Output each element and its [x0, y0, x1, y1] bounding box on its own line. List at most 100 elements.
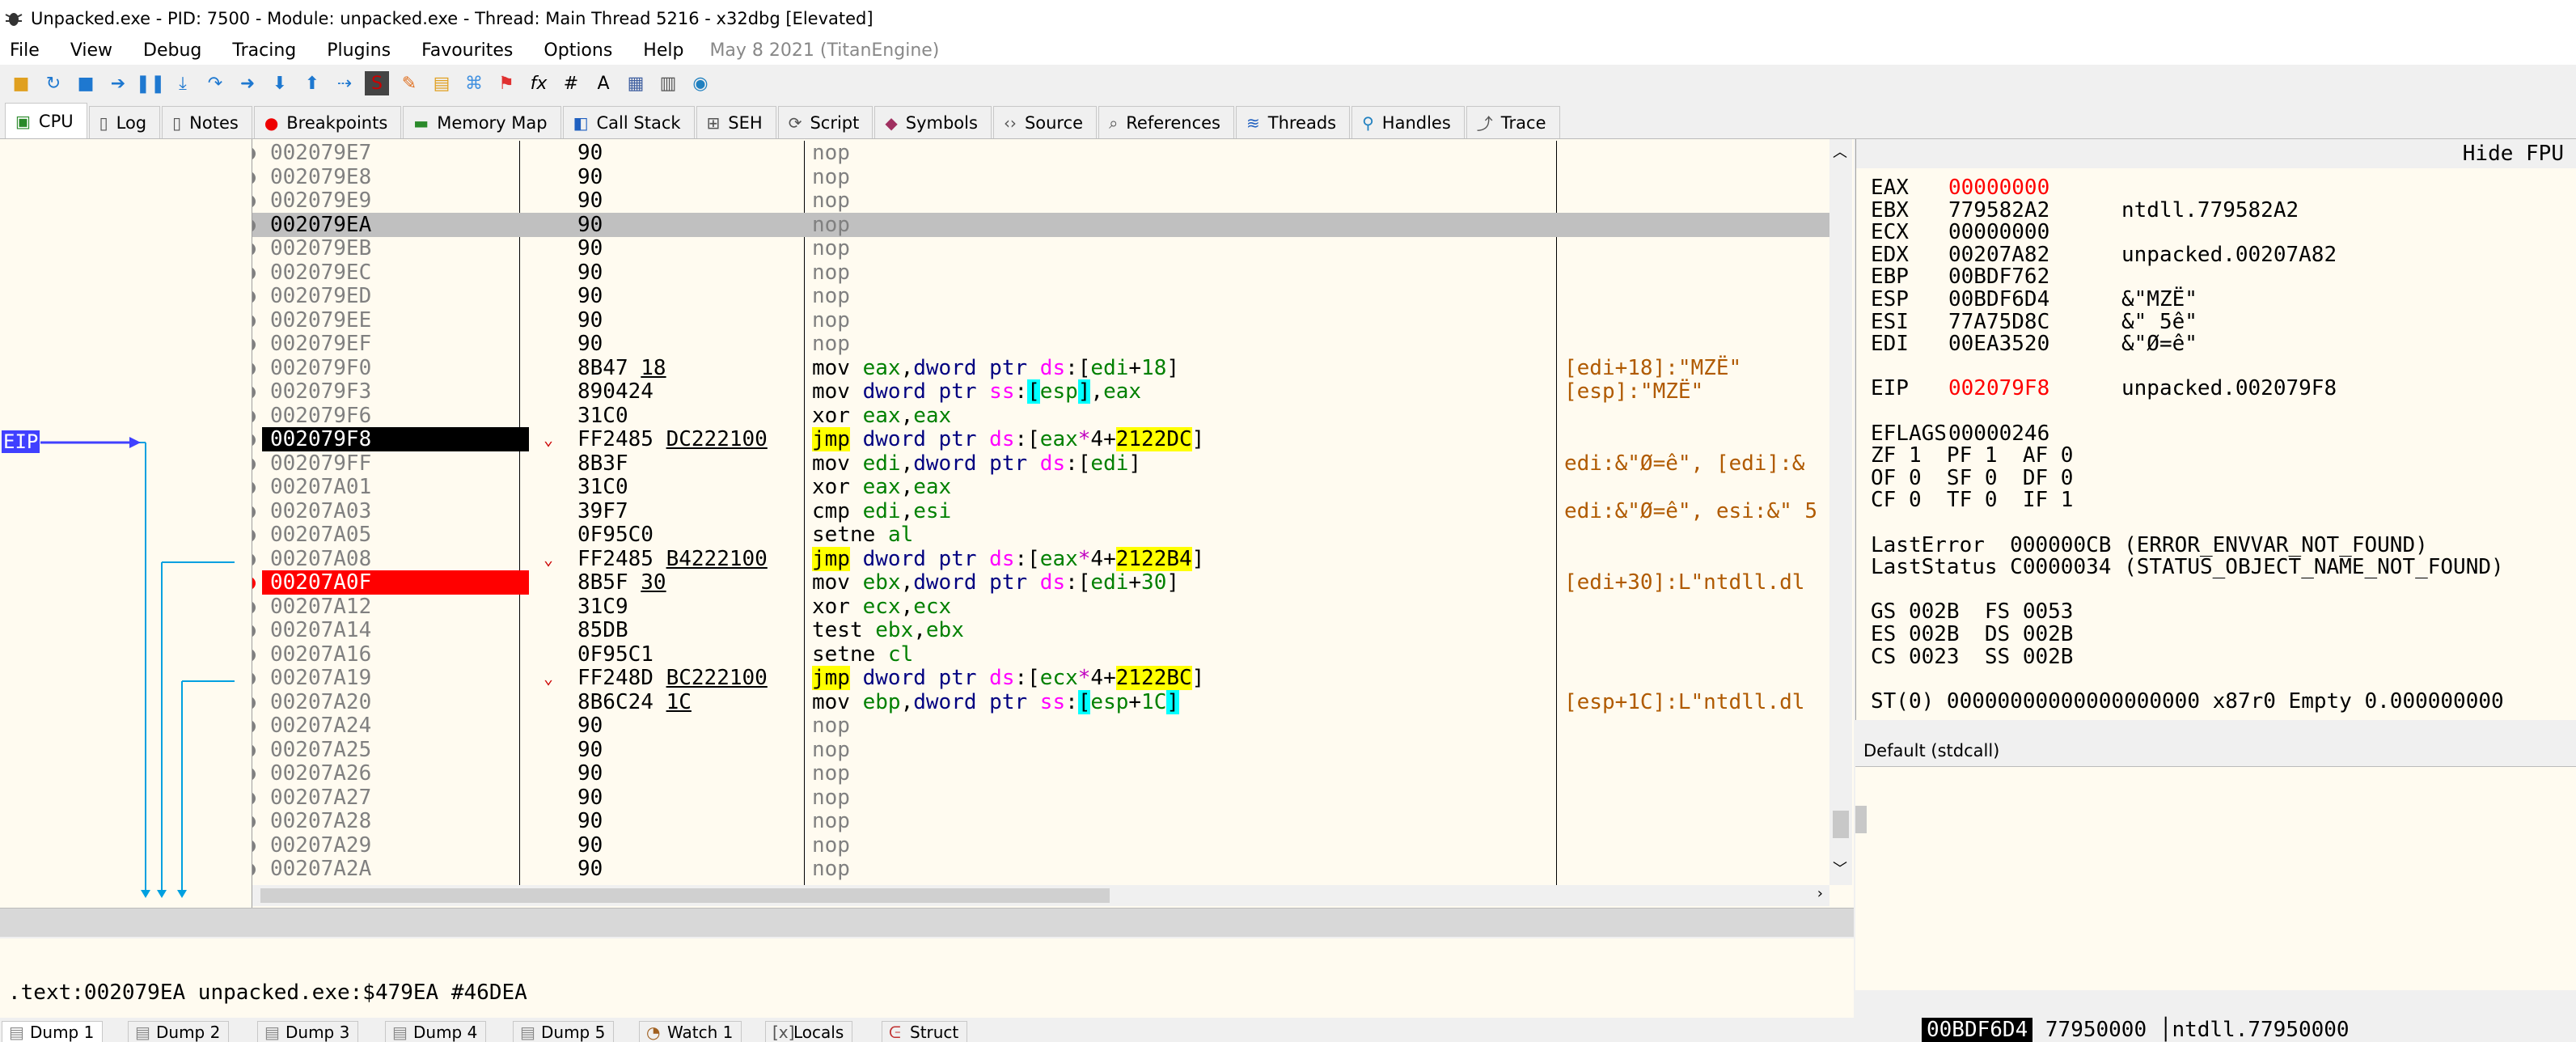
tab-call-stack[interactable]: ◧ Call Stack [562, 106, 695, 138]
breakpoint-dot[interactable] [252, 815, 256, 828]
disasm-row[interactable]: 00207A03 39F7 cmp edi,esi edi:&"Ø=ê", esi:&… [252, 499, 1829, 523]
execute-till-return-icon[interactable]: ⬆ [300, 71, 324, 95]
register-value[interactable]: 00EA3520 [1948, 333, 2121, 355]
trace-into-icon[interactable]: ➜ [235, 71, 260, 95]
disasm-row[interactable]: 00207A29 90 nop [252, 833, 1829, 858]
disasm-row[interactable]: 00207A2A 90 nop [252, 857, 1829, 881]
hide-fpu-button[interactable]: Hide FPU [1856, 139, 2576, 168]
breakpoint-dot[interactable] [252, 505, 256, 519]
pause-icon[interactable]: ❚❚ [136, 71, 166, 95]
disasm-row[interactable]: 00207A28 90 nop [252, 809, 1829, 833]
scroll-down-arrow[interactable]: ﹀ [1833, 858, 1847, 879]
globe-icon[interactable]: ◉ [688, 71, 713, 95]
menu-debug[interactable]: Debug [143, 40, 201, 61]
disasm-row[interactable]: 002079EF 90 nop [252, 332, 1829, 356]
menu-tracing[interactable]: Tracing [232, 40, 296, 61]
disasm-row[interactable]: 002079F8 ⌄ FF2485 DC222100 jmp dword ptr ds… [252, 427, 1829, 451]
breakpoint-dot[interactable] [252, 171, 256, 184]
tab-threads[interactable]: ≋ Threads [1235, 106, 1351, 138]
disasm-row[interactable]: 002079F3 890424 mov dword ptr ss:[esp],eax… [252, 379, 1829, 404]
disasm-row[interactable]: 00207A25 90 nop [252, 738, 1829, 762]
register-line[interactable]: LastError 000000CB (ERROR_ENVVAR_NOT_FOU… [1871, 534, 2428, 557]
tab-cpu[interactable]: ▣ CPU [5, 103, 87, 138]
breakpoint-dot[interactable] [252, 195, 256, 208]
register-line[interactable]: ECX 00000000 [1871, 221, 2121, 244]
register-line[interactable]: ZF 1 PF 1 AF 0 [1871, 444, 2073, 467]
tab-handles[interactable]: ⚲ Handles [1351, 106, 1465, 138]
register-value[interactable]: 779582A2 [1948, 199, 2121, 222]
disasm-row[interactable]: 002079E9 90 nop [252, 188, 1829, 213]
font-icon[interactable]: A [591, 71, 615, 95]
tab-breakpoints[interactable]: ● Breakpoints [253, 106, 402, 138]
breakpoint-dot[interactable] [252, 648, 256, 662]
register-line[interactable]: EDX 00207A82 unpacked.00207A82 [1871, 244, 2337, 266]
menu-options[interactable]: Options [544, 40, 612, 61]
tab-trace[interactable]: ⤴ Trace [1466, 106, 1560, 138]
menu-help[interactable]: Help [643, 40, 683, 61]
disasm-row[interactable]: 00207A12 31C9 xor ecx,ecx [252, 595, 1829, 619]
tab-dump-2[interactable]: ▤ Dump 2 [128, 1021, 230, 1042]
step-into-icon[interactable]: ⤓ [171, 71, 195, 95]
breakpoint-dot[interactable] [252, 218, 256, 232]
breakpoint-dot[interactable] [252, 457, 256, 471]
breakpoint-dot[interactable] [252, 600, 256, 614]
breakpoint-dot[interactable] [252, 625, 256, 637]
disasm-row[interactable]: 002079F6 31C0 xor eax,eax [252, 404, 1829, 428]
menu-favourites[interactable]: Favourites [421, 40, 513, 61]
register-value[interactable]: 00207A82 [1948, 244, 2121, 266]
tab-references[interactable]: ⌕ References [1098, 106, 1234, 138]
disasm-row[interactable]: 00207A24 90 nop [252, 714, 1829, 738]
register-value[interactable]: 00000000 [1948, 176, 2121, 199]
tab-dump-3[interactable]: ▤ Dump 3 [257, 1021, 359, 1042]
stack-row[interactable]: 00BDF6D4 77950000 │ntdll.77950000 [1922, 1018, 2350, 1042]
menu-file[interactable]: File [10, 40, 40, 61]
register-value[interactable]: 00000246 [1948, 422, 2121, 445]
register-line[interactable]: CS 0023 SS 002B [1871, 646, 2073, 668]
disassembly-listing[interactable]: 002079E7 90 nop 002079E8 90 nop 002079E9 90 nop 0… [252, 141, 1829, 885]
disasm-row[interactable]: 002079FF 8B3F mov edi,dword ptr ds:[edi] ed… [252, 451, 1829, 476]
tab-watch-1[interactable]: ◔ Watch 1 [639, 1021, 742, 1042]
register-value[interactable]: 00BDF6D4 [1948, 288, 2121, 311]
register-line[interactable]: ESP 00BDF6D4 &"MZË" [1871, 288, 2197, 311]
breakpoint-dot[interactable] [252, 266, 256, 280]
breakpoint-dot[interactable] [252, 481, 256, 494]
scroll-thumb[interactable] [260, 888, 1110, 903]
comment-icon[interactable]: ▤ [429, 71, 454, 95]
tab-locals[interactable]: [x] Locals [765, 1021, 853, 1042]
disasm-row[interactable]: 002079F0 8B47 18 mov eax,dword ptr ds:[edi… [252, 356, 1829, 380]
tab-script[interactable]: ⟳ Script [777, 106, 873, 138]
register-line[interactable]: EIP 002079F8 unpacked.002079F8 [1871, 377, 2337, 400]
breakpoint-dot[interactable] [252, 290, 256, 303]
hash-icon[interactable]: # [559, 71, 583, 95]
breakpoint-dot[interactable] [252, 147, 256, 160]
step-over-icon[interactable]: ↷ [203, 71, 227, 95]
disasm-row[interactable]: 002079EA 90 nop [252, 212, 1829, 237]
scroll-thumb[interactable] [1855, 806, 1867, 833]
scroll-thumb[interactable] [1833, 811, 1849, 838]
breakpoint-dot[interactable] [252, 386, 256, 399]
scylla-icon[interactable]: S [365, 71, 389, 95]
breakpoint-dot[interactable] [252, 243, 256, 256]
breakpoint-dot[interactable] [252, 839, 256, 853]
tab-memory-map[interactable]: ▬ Memory Map [403, 106, 561, 138]
bookmark-icon[interactable]: ⚑ [494, 71, 518, 95]
restart-icon[interactable]: ↻ [41, 71, 66, 95]
tab-symbols[interactable]: ◆ Symbols [874, 106, 992, 138]
scroll-right-arrow[interactable]: › [1817, 885, 1823, 902]
breakpoint-dot[interactable] [252, 409, 256, 423]
disasm-row[interactable]: 002079ED 90 nop [252, 284, 1829, 308]
register-line[interactable]: ESI 77A75D8C &" 5ê" [1871, 311, 2197, 333]
tab-dump-1[interactable]: ▤ Dump 1 [2, 1021, 104, 1042]
tab-dump-5[interactable]: ▤ Dump 5 [513, 1021, 615, 1042]
run-icon[interactable]: ➔ [106, 71, 130, 95]
disasm-row[interactable]: 00207A26 90 nop [252, 761, 1829, 786]
tab-struct[interactable]: ᕮ Struct [882, 1021, 968, 1042]
function-icon[interactable]: fx [527, 71, 551, 95]
register-line[interactable]: EBX 779582A2 ntdll.779582A2 [1871, 199, 2299, 222]
menu-plugins[interactable]: Plugins [327, 40, 391, 61]
breakpoint-dot[interactable] [252, 743, 256, 757]
breakpoint-dot[interactable] [252, 553, 256, 566]
tab-source[interactable]: ‹› Source [992, 106, 1098, 138]
horizontal-scrollbar[interactable]: › [252, 885, 1829, 906]
disasm-row[interactable]: 00207A08 ⌄ FF2485 B4222100 jmp dword ptr ds… [252, 546, 1829, 571]
